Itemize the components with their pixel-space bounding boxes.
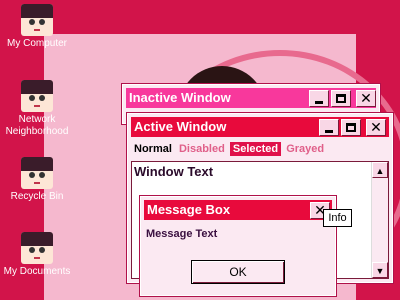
tooltip: Info [323, 209, 352, 227]
message-box-titlebar[interactable]: Message Box ✕ [144, 200, 332, 220]
desktop-icon-my-computer[interactable]: My Computer [0, 4, 74, 50]
maximize-button[interactable] [341, 119, 361, 136]
message-text: Message Text [146, 228, 218, 240]
maximize-icon [336, 94, 346, 103]
desktop-icon-label: My Documents [3, 266, 71, 277]
close-icon: ✕ [360, 91, 372, 107]
maximize-icon [346, 123, 356, 132]
desktop-icon-label: My Computer [6, 38, 67, 49]
maximize-button[interactable] [331, 90, 351, 107]
menu-item-grayed: Grayed [286, 143, 325, 155]
desktop-icon-label: Network Neighborhood [5, 114, 69, 137]
scroll-down-icon: ▼ [375, 266, 385, 276]
menu-bar: Normal Disabled Selected Grayed [132, 141, 326, 157]
menu-item-normal[interactable]: Normal [132, 143, 174, 155]
scroll-down-button[interactable]: ▼ [372, 262, 388, 278]
minimize-button[interactable] [309, 90, 329, 107]
message-box[interactable]: Message Box ✕ Message Text OK [139, 195, 337, 297]
my-computer-icon [21, 4, 53, 36]
scroll-up-icon: ▲ [375, 166, 385, 176]
scroll-up-button[interactable]: ▲ [372, 162, 388, 178]
close-button[interactable]: ✕ [366, 119, 386, 136]
desktop-icon-my-documents[interactable]: My Documents [0, 232, 74, 278]
window-text: Window Text [134, 164, 214, 179]
my-documents-icon [21, 232, 53, 264]
minimize-icon [315, 101, 323, 104]
minimize-button[interactable] [319, 119, 339, 136]
close-button[interactable]: ✕ [356, 90, 376, 107]
desktop-icon-recycle-bin[interactable]: Recycle Bin [0, 157, 74, 203]
inactive-window-titlebar[interactable]: Inactive Window ✕ [126, 88, 376, 108]
desktop-icon-network-neighborhood[interactable]: Network Neighborhood [0, 80, 74, 138]
desktop-icon-label: Recycle Bin [10, 191, 64, 202]
minimize-icon [325, 130, 333, 133]
close-icon: ✕ [370, 120, 382, 136]
message-box-title: Message Box [147, 202, 231, 217]
active-window-titlebar[interactable]: Active Window ✕ [131, 117, 389, 137]
ok-button[interactable]: OK [191, 260, 285, 284]
active-window-title: Active Window [134, 119, 227, 134]
menu-item-disabled: Disabled [178, 143, 225, 155]
recycle-bin-icon [21, 157, 53, 189]
menu-item-selected[interactable]: Selected [229, 142, 282, 156]
vertical-scrollbar[interactable]: ▲ ▼ [371, 162, 388, 278]
inactive-window-title: Inactive Window [129, 90, 231, 105]
network-neighborhood-icon [21, 80, 53, 112]
